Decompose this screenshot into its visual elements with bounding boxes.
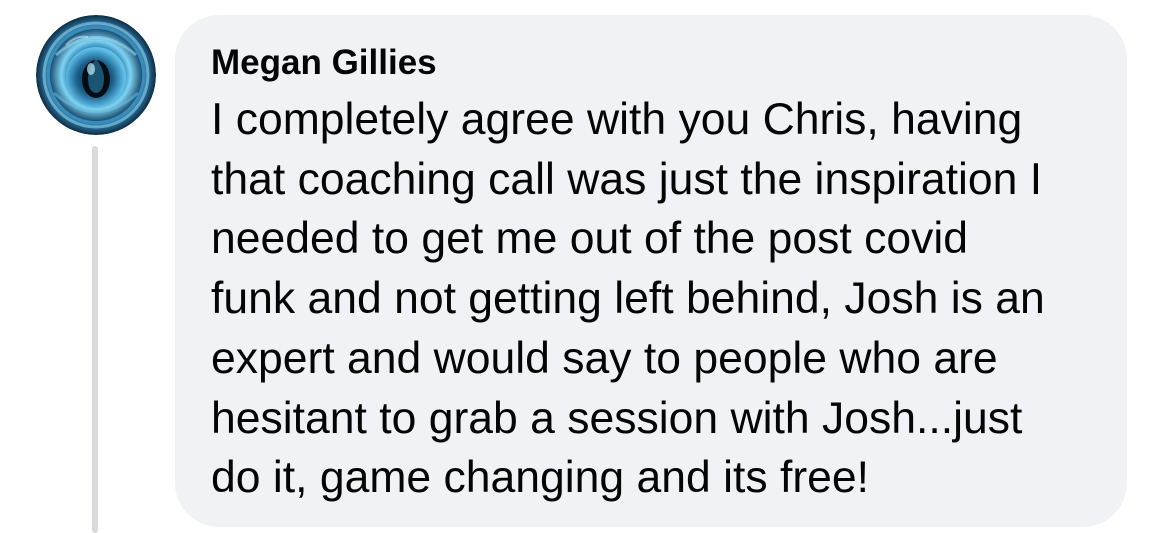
comment-text-line: needed to get me out of the post covid	[211, 214, 969, 264]
comment-text-line: funk and not getting left behind, Josh i…	[211, 274, 1045, 324]
comment-text-line: expert and would say to people who are	[211, 333, 998, 383]
comment-text: I completely agree with you Chris, havin…	[211, 90, 1097, 508]
avatar[interactable]	[36, 15, 156, 135]
comment-text-line: I completely agree with you Chris, havin…	[211, 95, 1023, 144]
thread-connector-line	[92, 146, 98, 533]
blue-eye-avatar-icon	[36, 15, 156, 135]
comment-author-name[interactable]: Megan Gillies	[211, 43, 1097, 83]
comment-text-line: do it, game changing and its free!	[211, 453, 870, 503]
comment-text-line: that coaching call was just the inspirat…	[211, 154, 1043, 204]
comment-text-line: hesitant to grab a session with Josh...j…	[211, 393, 1023, 443]
comment-thread: Megan Gillies I completely agree with yo…	[0, 0, 1170, 533]
comment-bubble: Megan Gillies I completely agree with yo…	[175, 15, 1127, 527]
